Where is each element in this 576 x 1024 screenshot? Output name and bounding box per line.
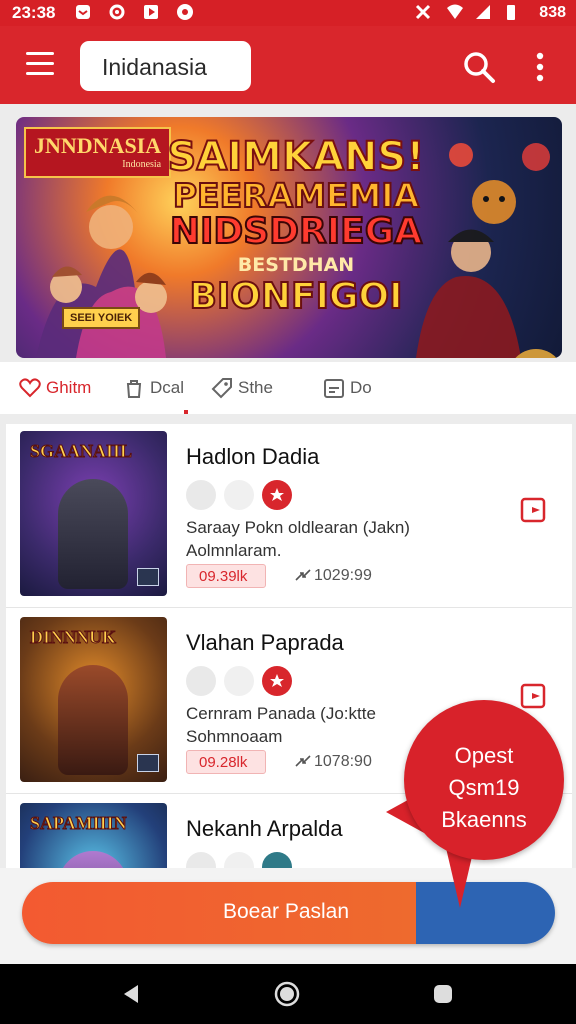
info-icon — [262, 852, 292, 868]
thumbnail-title: SGAANAIIL — [29, 441, 133, 462]
tab-sthe[interactable]: Sthe — [210, 375, 273, 401]
chat-icon — [186, 666, 216, 696]
price-badge: 09.39lk — [186, 564, 266, 588]
tab-indicator — [184, 410, 188, 414]
players-icon — [224, 666, 254, 696]
category-tabs: Ghitm Dcal Sthe Do — [0, 362, 576, 414]
game-description: Saraay Pokn oldlearan (Jakn) Aolmnlaram. — [186, 518, 410, 560]
home-icon[interactable] — [274, 981, 300, 1007]
status-time: 23:38 — [12, 3, 56, 22]
banner-line-4: BESTDHAN — [237, 254, 355, 276]
arrows-icon — [295, 755, 311, 767]
banner-plaque: SEEI YOIEK — [62, 307, 141, 329]
game-thumbnail[interactable]: SGAANAIIL — [20, 431, 167, 596]
system-nav-bar — [0, 964, 576, 1024]
primary-cta-button[interactable]: Boear Paslan — [22, 882, 555, 944]
settings-icon — [109, 4, 125, 20]
game-title[interactable]: Hadlon Dadia — [186, 444, 319, 470]
thumbnail-title: SAPAMIIIN — [30, 813, 128, 834]
bookmark-icon[interactable] — [520, 497, 550, 523]
wifi-icon — [447, 4, 463, 19]
search-icon[interactable] — [462, 50, 496, 84]
star-icon — [262, 666, 292, 696]
banner-tag: JNNDNASIA Indonesia — [24, 127, 172, 178]
players-icon — [224, 852, 254, 868]
bottom-action-area: Boear Paslan — [0, 868, 576, 964]
search-input[interactable]: Inidanasia — [80, 41, 251, 91]
notification-icon — [76, 5, 90, 19]
bag-icon — [126, 380, 142, 398]
record-icon — [177, 4, 193, 20]
banner-line-2: PEERAMEMIA — [172, 176, 420, 215]
tab-dcal[interactable]: Dcal — [122, 375, 184, 401]
tag-icon — [211, 378, 232, 399]
tab-label: Sthe — [238, 378, 273, 397]
bookmark-icon[interactable] — [520, 683, 550, 709]
bubble-text: Opest Qsm19 Bkaenns — [441, 743, 527, 832]
chat-icon — [186, 480, 216, 510]
arrows-icon — [295, 569, 311, 581]
players-icon — [224, 480, 254, 510]
game-icons — [186, 852, 292, 868]
media-icon — [144, 5, 158, 19]
recents-icon[interactable] — [430, 981, 456, 1007]
tab-label: Dcal — [150, 378, 185, 397]
star-icon — [262, 480, 292, 510]
more-vert-icon[interactable] — [530, 50, 550, 84]
promo-bubble[interactable]: Opest Qsm19 Bkaenns — [404, 700, 564, 860]
tab-label: Ghitm — [46, 378, 92, 397]
tab-do[interactable]: Do — [322, 375, 372, 401]
calendar-icon — [324, 379, 344, 398]
game-thumbnail[interactable]: DINNNUK — [20, 617, 167, 782]
back-icon[interactable] — [118, 981, 144, 1007]
battery-text: 838 — [539, 4, 566, 21]
promo-banner[interactable]: JNNDNASIA Indonesia SAIMKANS! PEERAMEMIA … — [16, 117, 562, 358]
banner-line-3: NIDSDRIEGA — [169, 211, 423, 252]
game-icons — [186, 666, 292, 696]
game-title[interactable]: Nekanh Arpalda — [186, 816, 343, 842]
app-bar: Inidanasia — [0, 26, 576, 104]
thumbnail-title: DINNNUK — [29, 627, 117, 648]
signal-icon — [476, 5, 490, 19]
battery-icon — [507, 5, 515, 20]
banner-line-1: SAIMKANS! — [167, 134, 426, 180]
game-icons — [186, 480, 292, 510]
tab-label: Do — [350, 378, 372, 397]
vibrate-icon — [415, 4, 431, 20]
game-thumbnail[interactable]: SAPAMIIIN — [20, 803, 167, 868]
heart-icon — [19, 378, 41, 398]
list-item[interactable]: SGAANAIIL Hadlon Dadia Saraay Pokn oldle… — [6, 424, 572, 608]
chat-icon — [186, 852, 216, 868]
menu-icon[interactable] — [26, 52, 54, 78]
game-title[interactable]: Vlahan Paprada — [186, 630, 344, 656]
price-badge: 09.28lk — [186, 750, 266, 774]
banner-line-5: BIONFIGOI — [188, 276, 403, 317]
status-bar: 23:38 838 — [0, 0, 576, 26]
tab-ghitm[interactable]: Ghitm — [18, 375, 91, 401]
download-count: 1029:99 — [294, 567, 372, 585]
banner-headline: SAIMKANS! PEERAMEMIA NIDSDRIEGA BESTDHAN… — [166, 134, 426, 317]
download-count: 1078:90 — [294, 753, 372, 771]
